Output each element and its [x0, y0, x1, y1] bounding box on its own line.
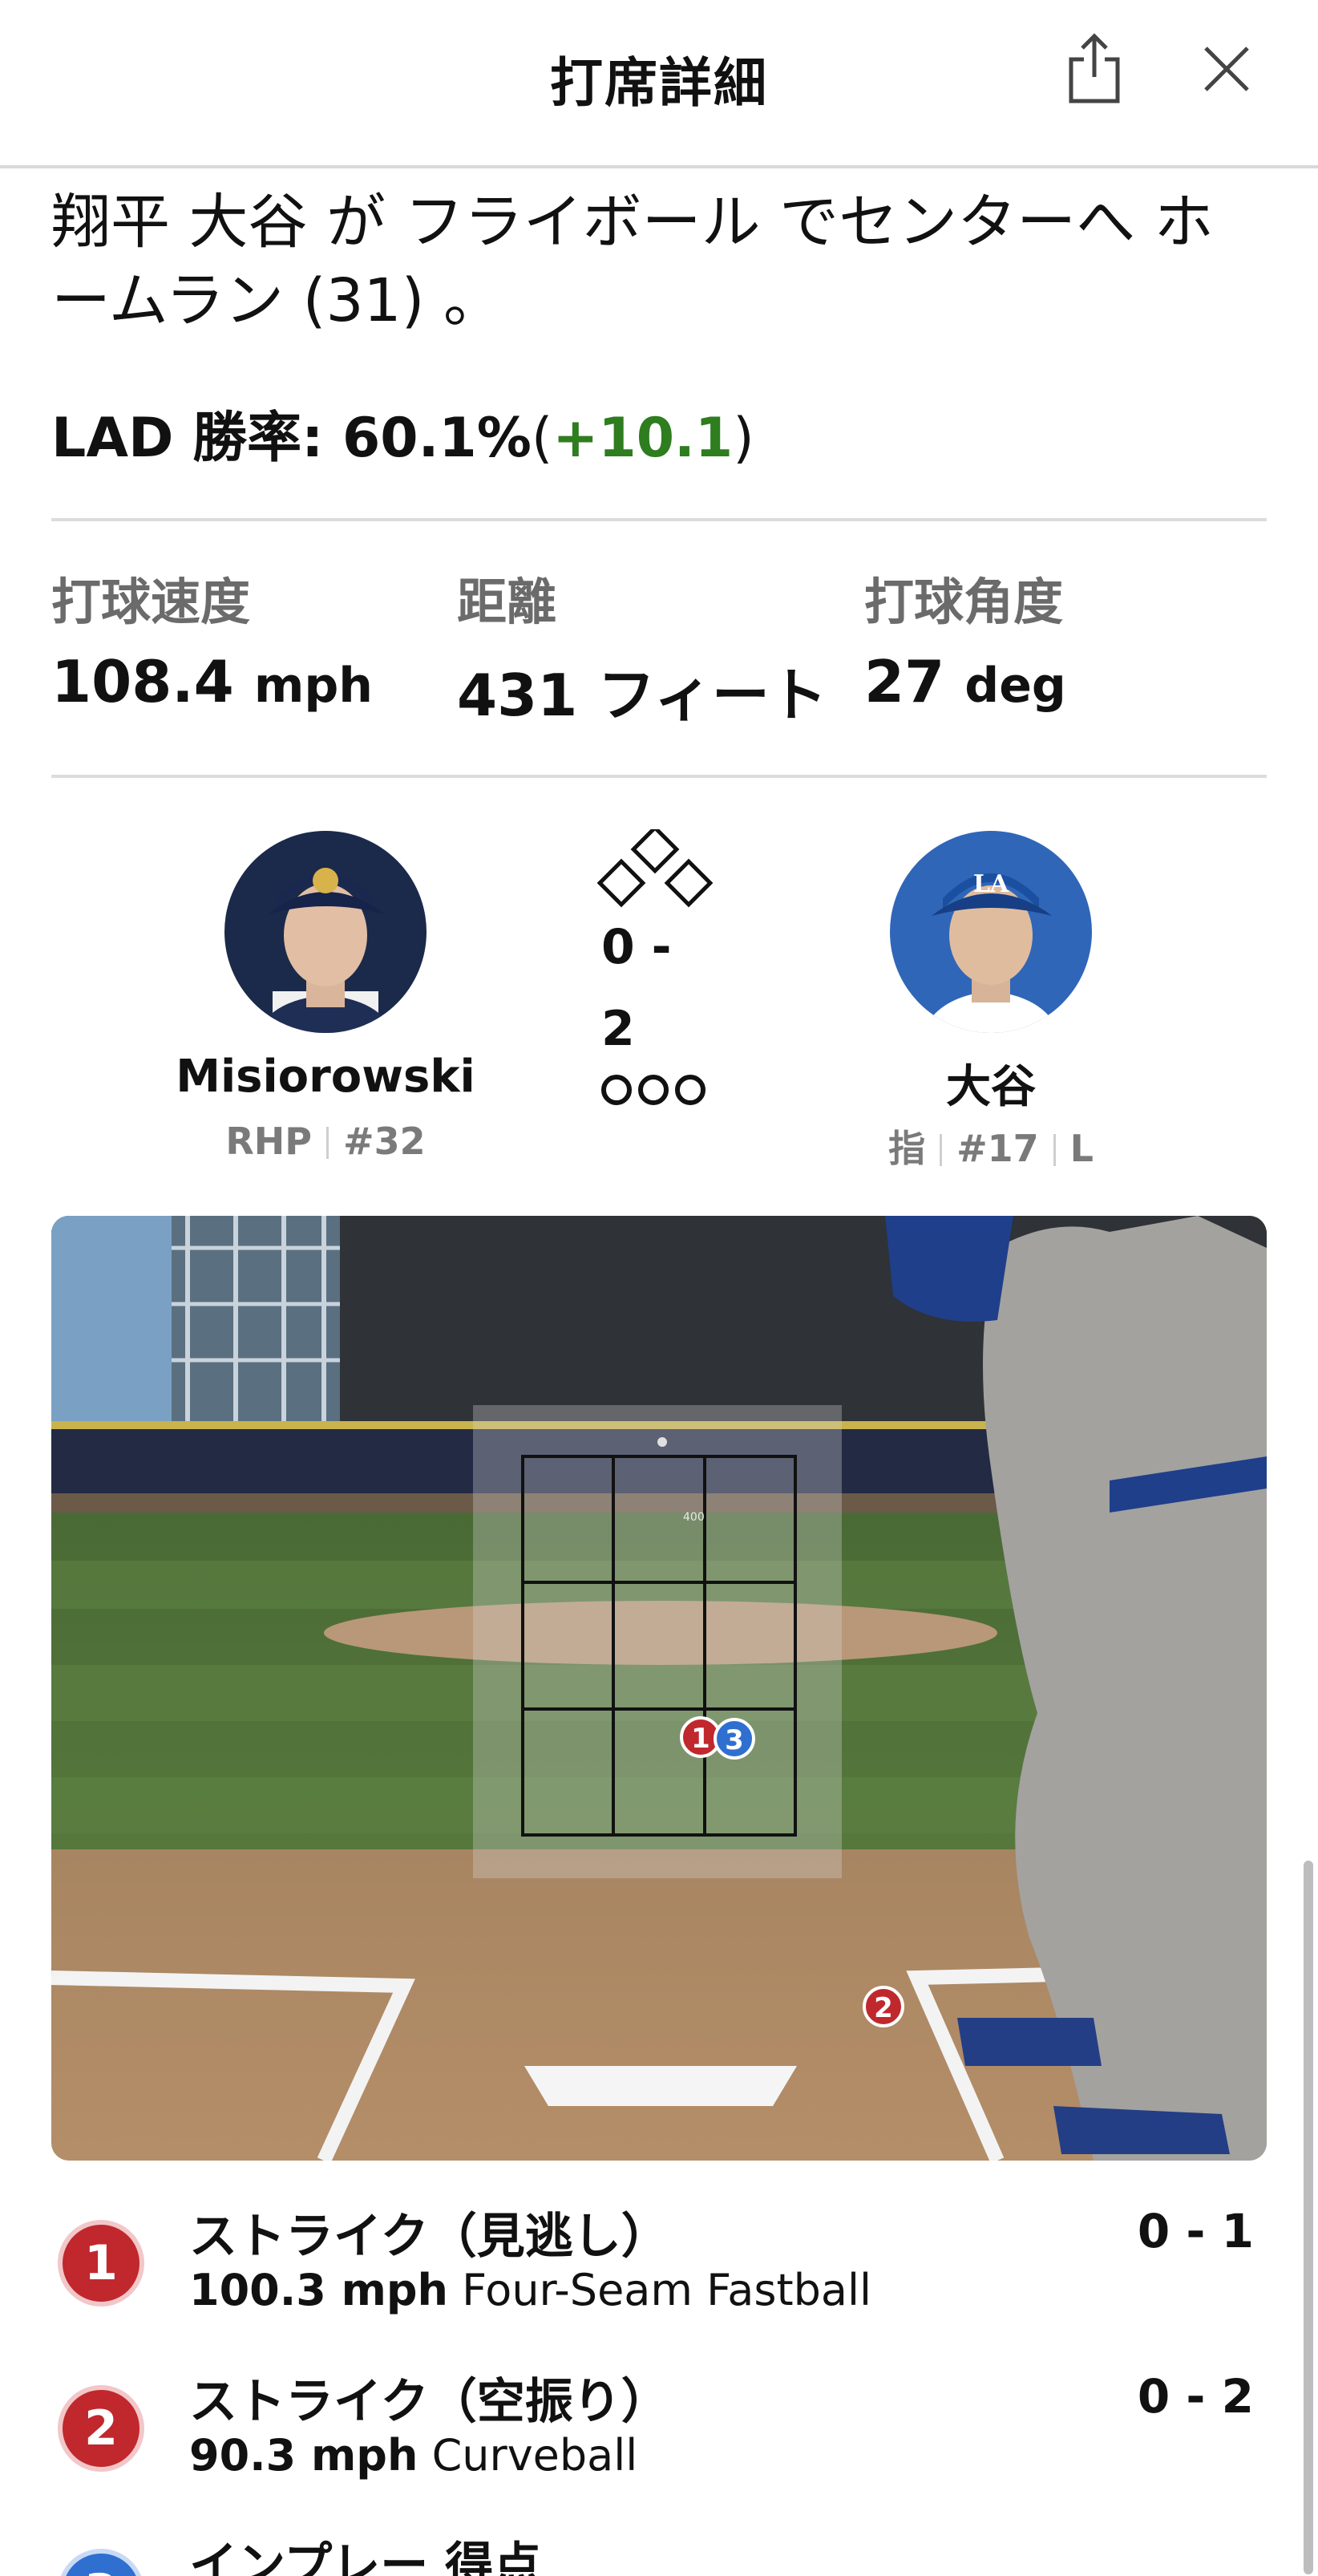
count-strikes: 2 — [601, 1001, 635, 1057]
batter-avatar[interactable]: LA — [890, 831, 1092, 1033]
pitch-result: ストライク（空振り） — [189, 2374, 669, 2430]
pitch-number-badge: 1 — [58, 2220, 144, 2307]
close-icon — [1204, 47, 1249, 91]
stat-exit-velocity: 打球速度 108.4 mph — [51, 561, 373, 715]
batter-position: 指 — [888, 1127, 926, 1170]
svg-text:2: 2 — [874, 1992, 893, 2024]
separator — [326, 1127, 330, 1159]
share-button[interactable] — [1060, 32, 1129, 104]
scrollbar[interactable] — [1304, 1861, 1313, 2574]
pitch-row-3[interactable]: 3 インプレー 得点 — [51, 2526, 1267, 2576]
at-bat-detail-screen: 打席詳細 翔平 大谷 が フライボール でセンターへ ホームラン (31) 。 … — [0, 0, 1318, 2576]
pitch-number-badge: 2 — [58, 2385, 144, 2472]
pitch-count: 0 - 1 — [1137, 2204, 1254, 2258]
pitcher-avatar[interactable] — [224, 831, 427, 1033]
batter-bats: L — [1069, 1127, 1094, 1170]
pitch-result: ストライク（見逃し） — [189, 2209, 669, 2265]
stat-launch-angle: 打球角度 27 deg — [864, 561, 1066, 715]
pitch-row-2[interactable]: 2 ストライク（空振り） 90.3 mph Curveball 0 - 2 — [51, 2363, 1267, 2515]
pitch-speed: 100.3 mph — [189, 2265, 448, 2315]
ballpark-scene: 400 1 3 2 — [51, 1216, 1267, 2161]
out-dot — [638, 1075, 669, 1105]
out-dot — [675, 1075, 705, 1105]
stat-distance: 距離 431 フィート — [457, 561, 827, 732]
pitch-view[interactable]: 400 1 3 2 — [51, 1216, 1267, 2161]
pitcher-name: Misiorowski — [176, 1051, 475, 1103]
pitch-detail: 90.3 mph Curveball — [189, 2430, 637, 2481]
divider — [51, 775, 1267, 778]
stat-value: 27 deg — [864, 648, 1066, 715]
stat-unit: フィート — [597, 662, 827, 729]
win-prob-value: 60.1% — [342, 407, 532, 470]
paren-open: ( — [531, 407, 553, 470]
batter-number: #17 — [956, 1127, 1039, 1170]
stat-label: 打球速度 — [51, 573, 251, 631]
bases-icon — [596, 829, 714, 908]
pitcher-meta: RHP #32 — [157, 1120, 494, 1163]
stat-number: 108.4 — [51, 648, 234, 715]
separator — [940, 1134, 943, 1166]
share-icon — [1069, 33, 1120, 103]
count-balls: 0 - — [601, 919, 672, 975]
play-description: 翔平 大谷 が フライボール でセンターへ ホームラン (31) 。 — [51, 188, 1214, 335]
stat-unit: mph — [253, 658, 374, 714]
stat-label: 打球角度 — [864, 573, 1064, 631]
stat-unit: deg — [964, 658, 1066, 714]
pitch-detail: 100.3 mph Four-Seam Fastball — [189, 2265, 871, 2315]
batter-name: 大谷 — [946, 1061, 1036, 1113]
outs-indicator — [601, 1075, 712, 1108]
out-dot — [601, 1075, 632, 1105]
zone-label: 400 — [683, 1511, 705, 1524]
win-probability: LAD 勝率: 60.1%(+10.1) — [51, 393, 754, 472]
pitcher-hand: RHP — [225, 1120, 313, 1163]
pitch-type: Curveball — [431, 2430, 638, 2481]
separator — [1053, 1134, 1056, 1166]
pitch-marker-2[interactable]: 2 — [863, 1986, 904, 2027]
paren-close: ) — [733, 407, 754, 470]
close-button[interactable] — [1195, 37, 1259, 101]
pitcher-headshot-image — [224, 831, 427, 1033]
stat-label: 距離 — [457, 573, 557, 631]
stat-value: 108.4 mph — [51, 648, 373, 715]
pitch-result: インプレー 得点 — [189, 2538, 542, 2576]
pitch-number-badge: 3 — [58, 2549, 144, 2576]
divider — [51, 518, 1267, 521]
batter-headshot-image: LA — [890, 831, 1092, 1033]
pitch-speed: 90.3 mph — [189, 2430, 418, 2481]
pitcher-number: #32 — [343, 1120, 426, 1163]
pitch-row-1[interactable]: 1 ストライク（見逃し） 100.3 mph Four-Seam Fastbal… — [51, 2197, 1267, 2350]
batter-meta: 指 #17 L — [823, 1120, 1159, 1173]
svg-text:LA: LA — [973, 870, 1009, 898]
win-prob-delta: +10.1 — [552, 407, 734, 470]
stat-number: 431 — [457, 662, 578, 729]
pitch-count: 0 - 2 — [1137, 2369, 1254, 2424]
svg-text:1: 1 — [691, 1723, 710, 1755]
stat-value: 431 フィート — [457, 648, 827, 732]
pitch-marker-3[interactable]: 3 — [714, 1718, 755, 1760]
svg-text:3: 3 — [725, 1724, 744, 1756]
win-prob-label: LAD 勝率: — [51, 407, 324, 470]
pitch-type: Four-Seam Fastball — [462, 2265, 872, 2315]
stat-number: 27 — [864, 648, 945, 715]
header-bar: 打席詳細 — [0, 0, 1318, 168]
